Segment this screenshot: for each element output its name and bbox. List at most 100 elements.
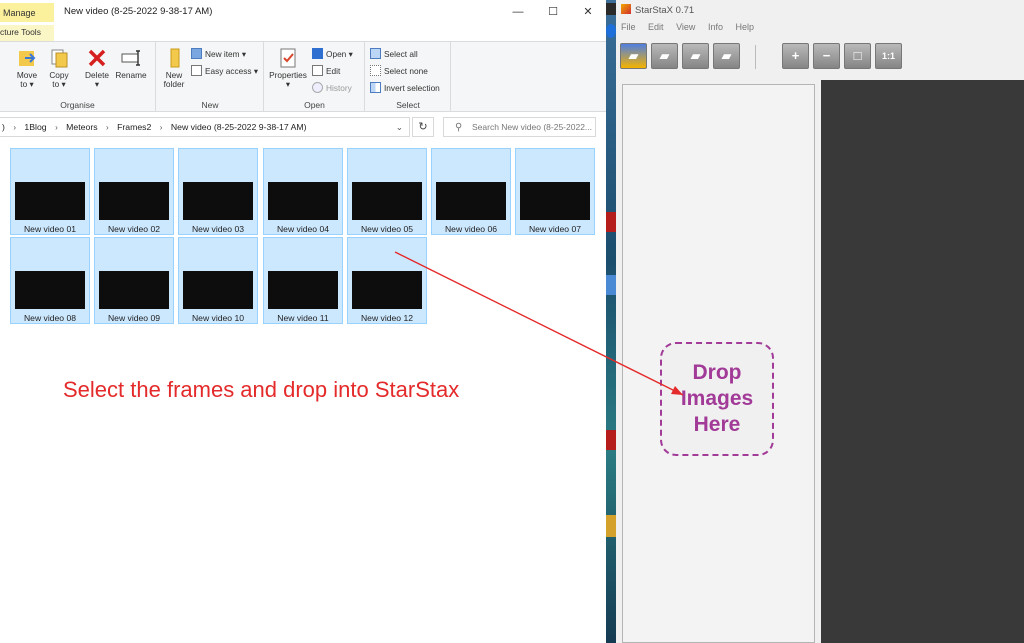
search-icon: ⚲ xyxy=(455,122,463,133)
breadcrumb-item[interactable]: 1Blog xyxy=(24,122,46,132)
menu-info[interactable]: Info xyxy=(708,22,723,32)
rename-button[interactable]: Rename xyxy=(114,47,148,80)
instruction-annotation: Select the frames and drop into StarStax xyxy=(63,377,460,402)
file-thumbnail[interactable]: New video 11 xyxy=(263,237,343,324)
file-thumbnail[interactable]: New video 01 xyxy=(10,148,90,235)
video-frame-image xyxy=(99,271,169,309)
file-name: New video 01 xyxy=(23,224,77,234)
breadcrumb-item[interactable]: ) xyxy=(2,122,5,132)
new-folder-label: New folder xyxy=(163,70,185,89)
tab-picture-tools[interactable]: cture Tools xyxy=(0,25,54,41)
starstax-window: StarStaX 0.71 File Edit View Info Help ▰… xyxy=(616,0,1024,643)
file-name: New video 07 xyxy=(528,224,582,234)
breadcrumb[interactable]: ) › 1Blog › Meteors › Frames2 › New vide… xyxy=(0,117,410,137)
desktop-strip xyxy=(606,0,616,643)
maximize-button[interactable]: ☐ xyxy=(535,3,571,21)
zoom-out-icon: − xyxy=(822,48,831,63)
tab-manage[interactable]: Manage xyxy=(0,3,54,22)
group-label-organise: Organise xyxy=(60,100,95,110)
image-stack-icon: ▰ xyxy=(690,48,701,63)
file-thumbnail[interactable]: New video 06 xyxy=(431,148,511,235)
menu-help[interactable]: Help xyxy=(735,22,754,32)
toolbar-button-4[interactable]: ▰ xyxy=(713,43,740,69)
open-images-icon: ▰ xyxy=(628,48,639,63)
chevron-down-icon[interactable]: ⌄ xyxy=(396,118,403,136)
open-images-button[interactable]: ▰ xyxy=(620,43,647,69)
file-thumbnail[interactable]: New video 12 xyxy=(347,237,427,324)
new-item-label: New item ▾ xyxy=(205,49,247,59)
select-all-button[interactable]: Select all xyxy=(370,47,418,61)
zoom-fit-button[interactable]: □ xyxy=(844,43,871,69)
breadcrumb-item[interactable]: New video (8-25-2022 9-38-17 AM) xyxy=(171,122,307,132)
open-button[interactable]: Open ▾ xyxy=(312,47,353,61)
ribbon-tab-strip xyxy=(54,25,606,41)
edit-button[interactable]: Edit xyxy=(312,64,340,78)
drop-images-zone[interactable]: Drop Images Here xyxy=(660,342,774,456)
edit-icon xyxy=(312,65,323,76)
taskbar-tile xyxy=(606,3,616,15)
file-thumbnail[interactable]: New video 04 xyxy=(263,148,343,235)
history-icon xyxy=(312,82,323,93)
zoom-actual-button[interactable]: 1:1 xyxy=(875,43,902,69)
menu-file[interactable]: File xyxy=(621,22,636,32)
invert-selection-icon xyxy=(370,82,381,93)
invert-selection-label: Invert selection xyxy=(384,83,440,93)
copy-to-button[interactable]: Copy to ▾ xyxy=(44,47,74,89)
zoom-in-icon: + xyxy=(791,48,800,63)
file-thumbnail[interactable]: New video 10 xyxy=(178,237,258,324)
file-thumbnail[interactable]: New video 07 xyxy=(515,148,595,235)
taskbar-tile xyxy=(606,212,616,232)
close-button[interactable]: ✕ xyxy=(570,3,606,21)
zoom-out-button[interactable]: − xyxy=(813,43,840,69)
file-thumbnail[interactable]: New video 05 xyxy=(347,148,427,235)
menu-edit[interactable]: Edit xyxy=(648,22,664,32)
file-thumbnail[interactable]: New video 03 xyxy=(178,148,258,235)
image-stack-icon: ▰ xyxy=(659,48,670,63)
file-name: New video 11 xyxy=(277,313,329,323)
file-name: New video 08 xyxy=(23,313,77,323)
select-none-button[interactable]: Select none xyxy=(370,64,428,78)
zoom-in-button[interactable]: + xyxy=(782,43,809,69)
help-icon[interactable] xyxy=(606,24,616,38)
search-input[interactable]: ⚲ Search New video (8-25-2022... xyxy=(443,117,596,137)
easy-access-button[interactable]: Easy access ▾ xyxy=(191,64,258,78)
properties-button[interactable]: Properties ▾ xyxy=(267,47,309,89)
breadcrumb-item[interactable]: Meteors xyxy=(66,122,97,132)
zoom-actual-label: 1:1 xyxy=(881,51,895,61)
chevron-right-icon: › xyxy=(55,123,58,132)
chevron-right-icon: › xyxy=(159,123,163,132)
toolbar-button-2[interactable]: ▰ xyxy=(651,43,678,69)
refresh-button[interactable]: ↻ xyxy=(412,117,434,137)
video-frame-image xyxy=(268,182,338,220)
history-button[interactable]: History xyxy=(312,81,352,95)
ribbon-group-open: Properties ▾ Open ▾ Edit History Open xyxy=(265,42,365,112)
group-label-open: Open xyxy=(304,100,325,110)
move-to-button[interactable]: Move to ▾ xyxy=(12,47,42,89)
minimize-button[interactable]: — xyxy=(500,3,536,21)
file-thumbnail[interactable]: New video 09 xyxy=(94,237,174,324)
easy-access-label: Easy access ▾ xyxy=(205,66,259,76)
chevron-right-icon: › xyxy=(105,123,109,132)
delete-button[interactable]: Delete ▾ xyxy=(82,47,112,89)
properties-icon xyxy=(280,48,296,68)
file-name: New video 03 xyxy=(191,224,245,234)
video-frame-image xyxy=(436,182,506,220)
select-none-icon xyxy=(370,65,381,76)
move-to-icon xyxy=(19,51,36,66)
file-thumbnail[interactable]: New video 02 xyxy=(94,148,174,235)
open-icon xyxy=(312,48,323,59)
new-item-button[interactable]: New item ▾ xyxy=(191,47,246,61)
ribbon: Move to ▾ Copy to ▾ Delete ▾ Rename Orga… xyxy=(0,41,606,112)
copy-to-label: Copy to ▾ xyxy=(49,70,69,89)
menu-view[interactable]: View xyxy=(676,22,695,32)
refresh-icon: ↻ xyxy=(418,121,428,133)
breadcrumb-item[interactable]: Frames2 xyxy=(117,122,151,132)
group-label-select: Select xyxy=(396,100,420,110)
toolbar-button-3[interactable]: ▰ xyxy=(682,43,709,69)
file-name: New video 10 xyxy=(191,313,245,323)
new-folder-button[interactable]: New folder xyxy=(159,47,189,89)
video-frame-image xyxy=(520,182,590,220)
search-placeholder: Search New video (8-25-2022... xyxy=(472,122,593,132)
invert-selection-button[interactable]: Invert selection xyxy=(370,81,440,95)
file-thumbnail[interactable]: New video 08 xyxy=(10,237,90,324)
